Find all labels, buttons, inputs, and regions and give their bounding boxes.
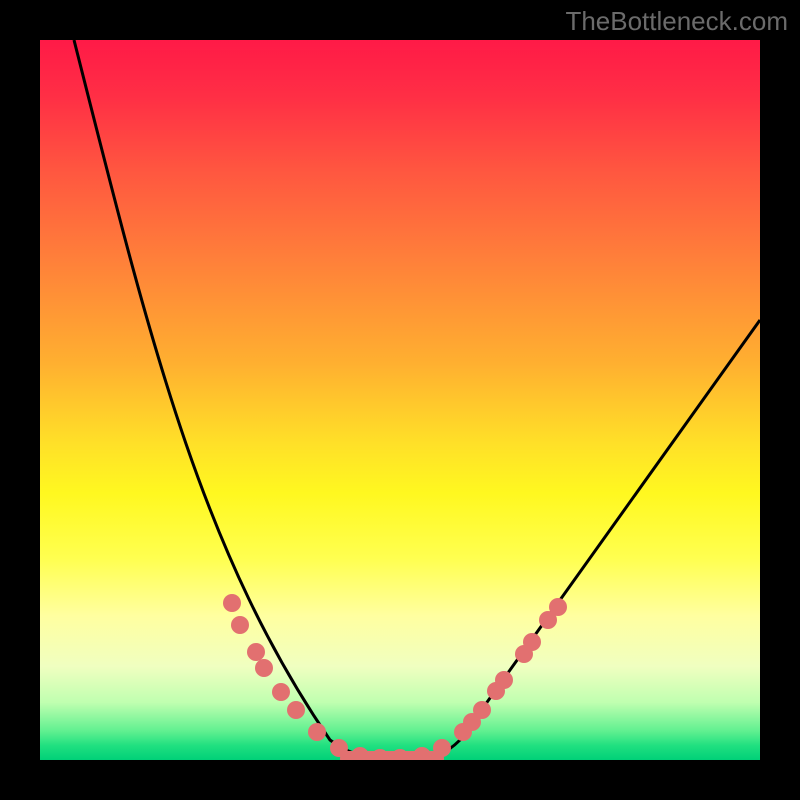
marker-dot <box>495 671 513 689</box>
chart-svg <box>40 40 760 760</box>
watermark-text: TheBottleneck.com <box>565 6 788 37</box>
marker-dot <box>330 739 348 757</box>
marker-dot <box>473 701 491 719</box>
marker-dot <box>231 616 249 634</box>
curve-right-curve <box>412 320 760 760</box>
marker-dot <box>272 683 290 701</box>
curve-lines <box>74 40 760 760</box>
marker-dot <box>413 747 431 760</box>
marker-dot <box>247 643 265 661</box>
marker-dot <box>255 659 273 677</box>
marker-dot <box>308 723 326 741</box>
marker-dot <box>549 598 567 616</box>
curve-markers <box>223 594 567 760</box>
marker-dot <box>523 633 541 651</box>
marker-dot <box>223 594 241 612</box>
marker-dot <box>287 701 305 719</box>
curve-left-curve <box>74 40 390 760</box>
marker-dot <box>371 749 389 760</box>
plot-area <box>40 40 760 760</box>
marker-dot <box>351 747 369 760</box>
marker-dot <box>391 749 409 760</box>
marker-dot <box>433 739 451 757</box>
